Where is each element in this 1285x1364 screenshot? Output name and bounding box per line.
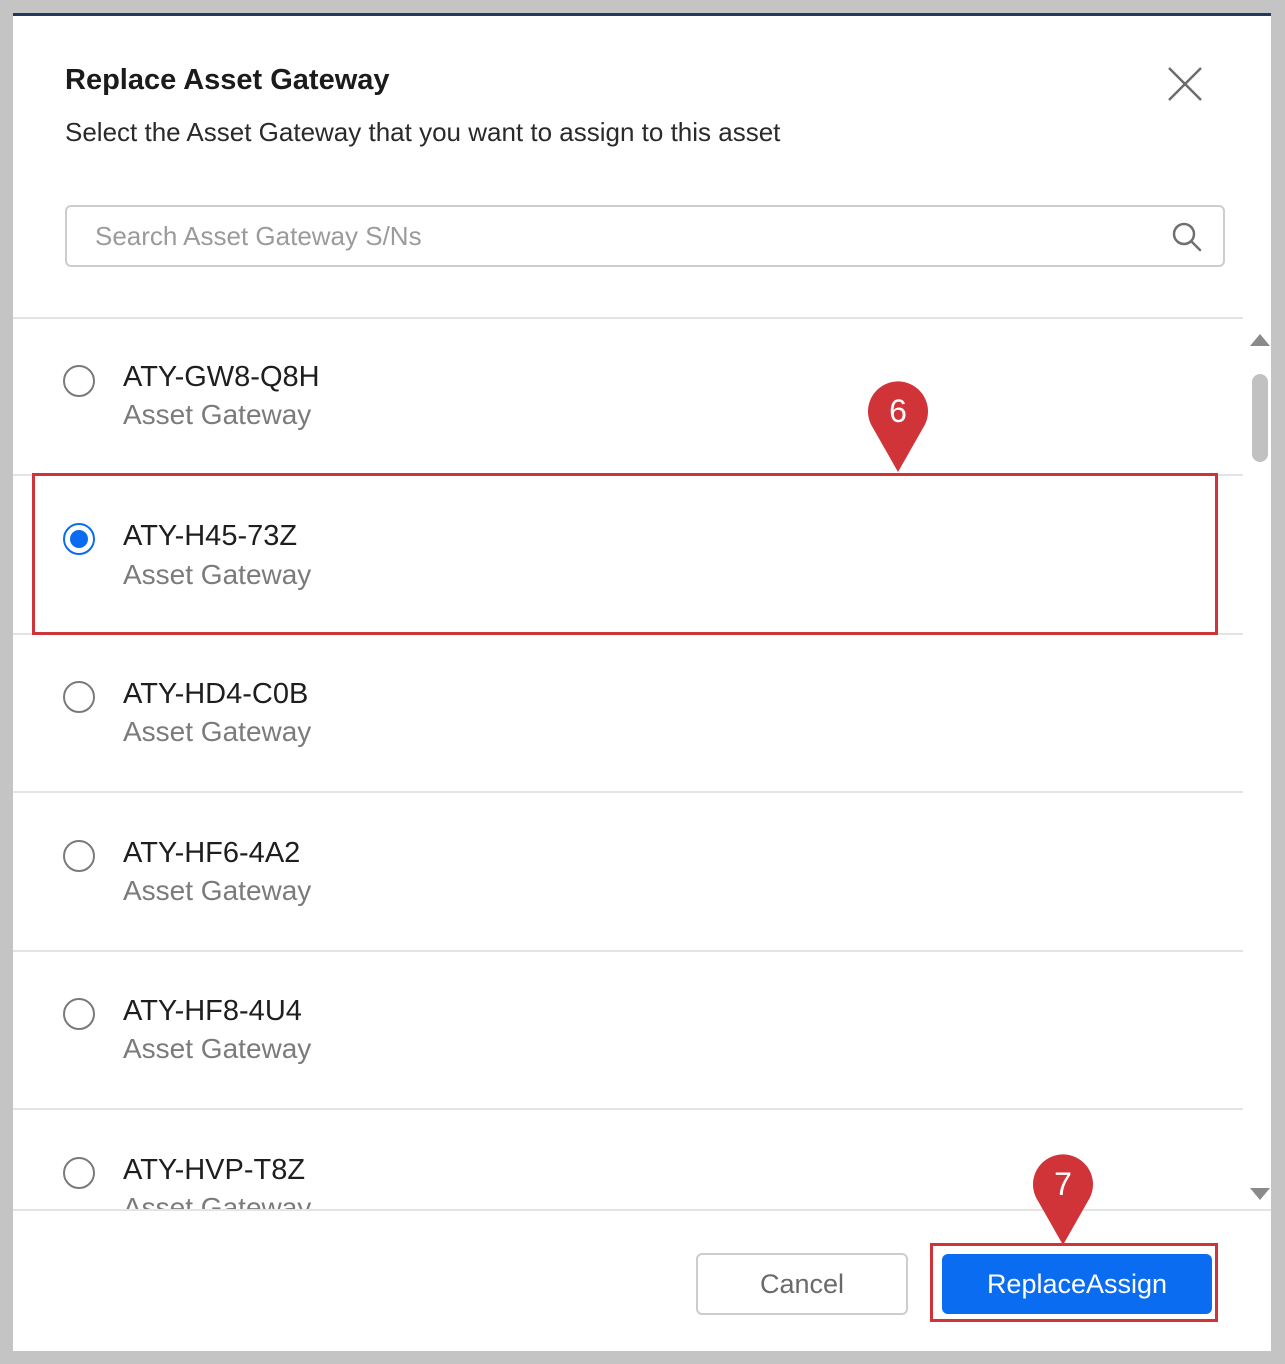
gateway-serial: ATY-GW8-Q8H — [123, 361, 320, 393]
gateway-serial: ATY-HD4-C0B — [123, 678, 309, 710]
gateway-option[interactable]: ATY-HF6-4A2 Asset Gateway — [13, 795, 1243, 952]
gateway-type: Asset Gateway — [123, 399, 312, 430]
scroll-down-arrow-icon[interactable] — [1249, 1186, 1271, 1202]
gateway-option[interactable]: ATY-GW8-Q8H Asset Gateway — [13, 319, 1243, 476]
gateway-type: Asset Gateway — [123, 716, 312, 747]
radio-button[interactable] — [63, 365, 95, 397]
gateway-serial: ATY-HF8-4U4 — [123, 995, 302, 1027]
gateway-type: Asset Gateway — [123, 1033, 312, 1064]
gateway-option[interactable]: ATY-HD4-C0B Asset Gateway — [13, 636, 1243, 793]
dialog-subtitle: Select the Asset Gateway that you want t… — [65, 117, 781, 147]
scroll-up-arrow-icon[interactable] — [1249, 332, 1271, 348]
gateway-option[interactable]: ATY-HF8-4U4 Asset Gateway — [13, 953, 1243, 1110]
gateway-type: Asset Gateway — [123, 559, 312, 590]
gateway-option[interactable]: ATY-HVP-T8Z Asset Gateway — [13, 1112, 1243, 1209]
radio-button[interactable] — [63, 681, 95, 713]
radio-button[interactable] — [63, 1157, 95, 1189]
radio-button-checked[interactable] — [63, 523, 95, 555]
gateway-type: Asset Gateway — [123, 1192, 312, 1209]
gateway-list: ATY-GW8-Q8H Asset Gateway ATY-H45-73Z As… — [13, 319, 1243, 1209]
scrollbar-thumb[interactable] — [1252, 374, 1268, 462]
search-input[interactable] — [67, 207, 1157, 265]
search-box — [65, 205, 1225, 267]
radio-button[interactable] — [63, 840, 95, 872]
gateway-serial: ATY-HF6-4A2 — [123, 837, 301, 869]
close-icon[interactable] — [1165, 64, 1205, 104]
search-icon[interactable] — [1171, 221, 1203, 253]
cancel-button[interactable]: Cancel — [696, 1253, 908, 1315]
footer-divider — [13, 1209, 1271, 1211]
gateway-option[interactable]: ATY-H45-73Z Asset Gateway — [13, 478, 1243, 635]
dialog-title: Replace Asset Gateway — [65, 64, 390, 96]
gateway-serial: ATY-H45-73Z — [123, 520, 298, 552]
radio-button[interactable] — [63, 998, 95, 1030]
gateway-serial: ATY-HVP-T8Z — [123, 1154, 306, 1186]
replace-gateway-dialog: Replace Asset Gateway Select the Asset G… — [13, 13, 1271, 1351]
gateway-type: Asset Gateway — [123, 875, 312, 906]
replace-assign-button[interactable]: ReplaceAssign — [942, 1254, 1212, 1314]
